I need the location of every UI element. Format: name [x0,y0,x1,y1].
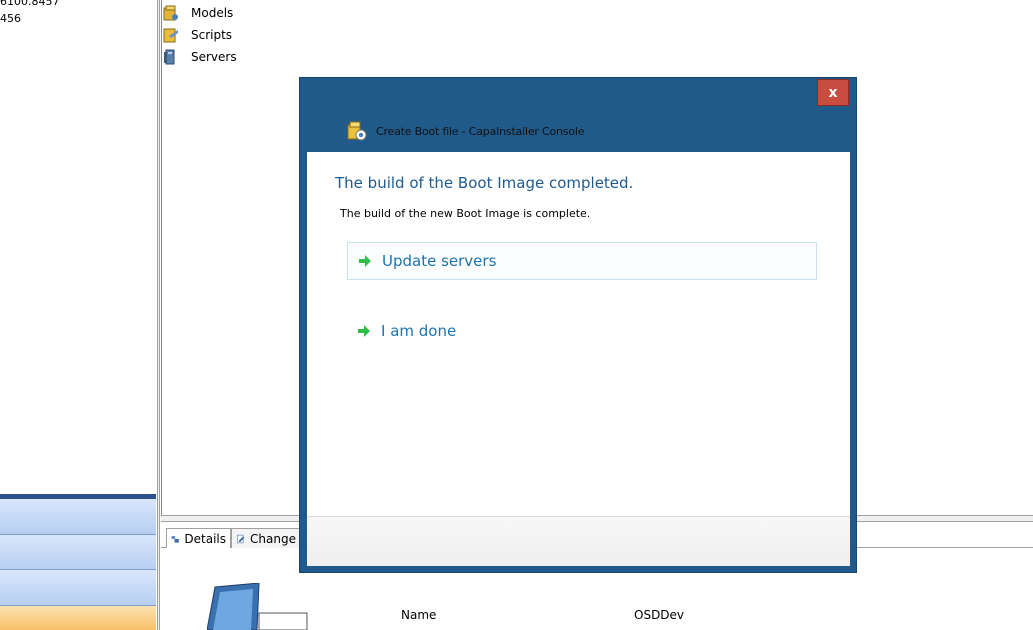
vertical-splitter[interactable] [157,0,160,630]
dialog-message: The build of the new Boot Image is compl… [340,207,591,220]
nav-button-selected[interactable] [0,606,156,630]
tab-details[interactable]: Details [166,528,231,548]
arrow-right-icon [359,255,371,267]
tree-item-label: Scripts [191,28,233,42]
left-pane-text-2: 456 [0,12,21,25]
update-servers-link[interactable]: Update servers [347,242,817,280]
dialog-title-bar: Create Boot file - CapaInstaller Console [346,121,584,141]
dialog-content: The build of the Boot Image completed. T… [307,152,850,516]
dialog-footer [307,516,850,566]
left-pane: 6100.8457 456 [0,0,157,630]
tree-item-servers[interactable]: Servers [163,48,237,66]
close-button[interactable]: x [817,79,849,106]
tab-label: Change [250,531,296,546]
tab-change[interactable]: Change [231,528,301,548]
command-label: I am done [381,322,457,340]
app-icon [347,121,367,141]
tab-label: Details [184,531,226,546]
servers-icon [164,49,175,65]
tree-item-models[interactable]: Models [163,4,233,22]
models-icon [163,5,178,21]
dialog-title: Create Boot file - CapaInstaller Console [376,124,585,138]
details-name-value: OSDDev [634,608,685,622]
tree-item-scripts[interactable]: Scripts [163,26,232,44]
change-icon [236,534,245,543]
nav-button-3[interactable] [0,570,156,606]
command-label: Update servers [382,252,497,270]
details-icon [171,535,179,543]
nav-button-1[interactable] [0,499,156,535]
scripts-icon [163,28,178,43]
nav-button-2[interactable] [0,535,156,570]
left-pane-text-1: 6100.8457 [0,0,60,8]
dialog-heading: The build of the Boot Image completed. [335,174,634,192]
computer-icon [207,583,308,630]
arrow-right-icon [358,325,370,337]
tree-item-label: Models [191,6,234,20]
i-am-done-link[interactable]: I am done [347,312,817,350]
details-name-label: Name [401,608,437,622]
create-boot-file-dialog: x Create Boot file - CapaInstaller Conso… [299,77,857,573]
tree-item-label: Servers [191,50,237,64]
close-icon: x [828,84,838,101]
